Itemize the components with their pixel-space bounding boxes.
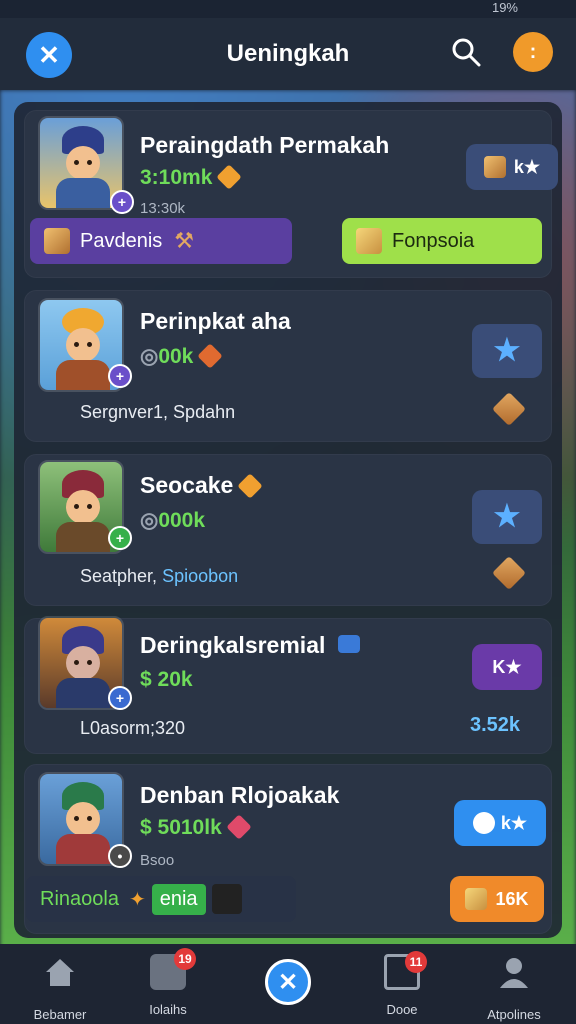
crate-icon xyxy=(492,556,526,590)
rank-button[interactable]: k★ xyxy=(454,800,546,846)
chest-icon xyxy=(211,884,242,914)
class-badge-icon: + xyxy=(110,190,134,214)
checklist-icon: 11 xyxy=(384,951,427,990)
torch-icon: ✦ xyxy=(128,888,146,911)
status-bar: 19% xyxy=(0,0,576,18)
item-subtext: Bsoo xyxy=(140,852,175,869)
side-value: 3.52k xyxy=(470,714,521,736)
battery-text: 19% xyxy=(491,0,518,15)
star-badge-icon xyxy=(356,228,382,254)
list-item[interactable]: + Seocake ◎000k Seatpher, Spioobon ★ xyxy=(24,454,552,606)
class-badge-icon: + xyxy=(108,686,132,710)
item-name: Seocake xyxy=(140,472,264,499)
favorite-button[interactable]: ★ xyxy=(472,324,542,378)
gem-icon xyxy=(226,814,252,840)
favorite-button[interactable]: ★ xyxy=(472,490,542,544)
rank-button[interactable]: K★ xyxy=(472,644,542,690)
star-icon: ★ xyxy=(493,500,521,533)
gem-icon xyxy=(237,473,264,499)
item-price: $ 20k xyxy=(140,668,193,691)
camera-icon: 19 xyxy=(150,948,196,990)
item-list: + Peraingdath Permakah 3:10mk 13:30k k★ … xyxy=(14,102,562,938)
crate-icon xyxy=(492,392,526,426)
currency-button[interactable]: 16K xyxy=(450,876,544,922)
class-badge-icon: • xyxy=(108,844,132,868)
class-badge-icon: + xyxy=(108,526,132,550)
crate-icon xyxy=(483,156,506,178)
item-name: Deringkalsremial xyxy=(140,632,360,659)
notification-badge: 11 xyxy=(405,951,427,973)
nav-close-button[interactable]: ✕ xyxy=(265,959,311,1005)
nav-profile[interactable]: Atpolines xyxy=(464,954,564,1022)
list-item[interactable]: + Perinpkat aha ◎00k Sergnver1, Spdahn ★ xyxy=(24,290,552,442)
nav-label: Iolaihs xyxy=(149,1002,187,1017)
gem-icon xyxy=(197,343,224,369)
nav-camera[interactable]: 19 Iolaihs xyxy=(118,948,218,1017)
more-menu-button[interactable]: : xyxy=(513,32,553,72)
class-badge-icon: + xyxy=(108,364,132,388)
nav-label: Atpolines xyxy=(487,1007,541,1022)
item-subtext: 13:30k xyxy=(140,200,186,217)
item-name: Denban Rlojoakak xyxy=(140,782,340,808)
star-icon: ★ xyxy=(493,334,521,367)
item-price: 3:10mk xyxy=(140,164,243,190)
chat-icon xyxy=(337,635,360,653)
list-item[interactable]: + Deringkalsremial $ 20k L0asorm;320 K★ … xyxy=(24,616,552,754)
gem-icon xyxy=(216,164,243,190)
nav-label: Bebamer xyxy=(33,1007,87,1022)
badge-icon xyxy=(472,812,495,834)
item-name: Peraingdath Permakah xyxy=(140,132,390,158)
item-price: $ 5010lk xyxy=(140,814,252,840)
item-name: Perinpkat aha xyxy=(140,308,291,334)
hammer-icon: ⚒ xyxy=(174,228,195,253)
header: ✕ Ueningkah : xyxy=(0,18,576,90)
page-title: Ueningkah xyxy=(226,40,350,67)
crate-icon xyxy=(465,888,488,910)
item-subtext: L0asorm;320 xyxy=(80,718,186,738)
nav-label: Dooe xyxy=(386,1002,418,1017)
pill-button-left[interactable]: Pavdenis ⚒ xyxy=(30,218,292,264)
nav-tasks[interactable]: 11 Dooe xyxy=(352,951,452,1017)
home-icon xyxy=(46,959,74,986)
item-price: ◎000k xyxy=(140,509,206,532)
search-icon[interactable] xyxy=(451,37,481,67)
coin-icon: ◎ xyxy=(140,345,159,368)
list-item[interactable]: + Peraingdath Permakah 3:10mk 13:30k k★ … xyxy=(24,110,558,278)
coin-icon: ◎ xyxy=(140,509,159,532)
rank-button[interactable]: k★ xyxy=(466,144,558,190)
item-subtext: Seatpher, Spioobon xyxy=(80,566,239,586)
list-item[interactable]: • Denban Rlojoakak $ 5010lk Bsoo k★ Rina… xyxy=(24,764,552,934)
item-subtext: Sergnver1, Spdahn xyxy=(80,402,236,422)
pill-button-left[interactable]: Rinaoola ✦ enia xyxy=(26,876,296,922)
profile-icon xyxy=(500,958,528,988)
notification-badge: 19 xyxy=(174,948,196,970)
crate-icon xyxy=(44,228,70,254)
pill-button-right[interactable]: Fonpsoia xyxy=(342,218,542,264)
nav-home[interactable]: Bebamer xyxy=(10,954,110,1022)
item-price: ◎00k xyxy=(140,343,224,369)
